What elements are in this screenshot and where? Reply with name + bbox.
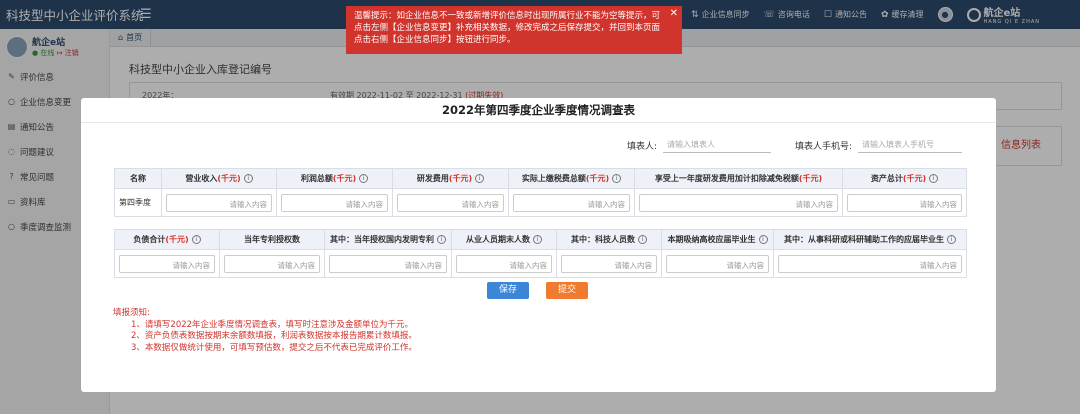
rd-deduction-input[interactable]: 请输入内容 — [639, 193, 838, 212]
table-row: 第四季度 请输入内容 请输入内容 请输入内容 请输入内容 请输入内容 请输入内容 — [114, 188, 967, 217]
col-invention-patents: 其中：当年授权国内发明专利 i — [324, 229, 452, 250]
col-total-assets: 资产总计(千元) i — [842, 168, 967, 189]
info-icon[interactable]: i — [758, 235, 768, 244]
table-header-row: 负债合计(千元) i 当年专利授权数 其中：当年授权国内发明专利 i 从业人员期末人… — [114, 229, 967, 250]
warning-text: 温馨提示：如企业信息不一致或新增评价信息时出现所属行业不能为空等提示，可点击左侧… — [354, 11, 661, 45]
filler-row: 填表人: 请输入填表人 — [627, 137, 772, 153]
info-icon[interactable]: i — [191, 235, 201, 244]
col-tech-staff: 其中：科技人员数 i — [556, 229, 662, 250]
filler-input[interactable]: 请输入填表人 — [663, 137, 772, 153]
survey-table-2: 负债合计(千元) i 当年专利授权数 其中：当年授权国内发明专利 i 从业人员期末人… — [114, 229, 967, 278]
col-rd-expense: 研发费用(千元) i — [392, 168, 509, 189]
info-icon[interactable]: i — [638, 235, 647, 244]
col-tax-paid: 实际上缴税费总额(千元) i — [508, 168, 635, 189]
rd-expense-input[interactable]: 请输入内容 — [397, 193, 504, 212]
graduates-input[interactable]: 请输入内容 — [666, 254, 769, 273]
col-rd-deduction: 享受上一年度研发费用加计扣除减免税额(千元) — [634, 168, 843, 189]
submit-button[interactable]: 提交 — [546, 282, 588, 299]
filling-notes: 填报须知: 1、请填写2022年企业季度情况调查表，填写时注意涉及金额单位为千元… — [113, 308, 417, 354]
profit-input[interactable]: 请输入内容 — [281, 193, 388, 212]
patents-input[interactable]: 请输入内容 — [224, 254, 320, 273]
note-item: 2、资产负债表数据按期末余额数填报，利润表数据按本报告期累计数填报。 — [131, 331, 417, 341]
col-profit: 利润总额(千元) i — [276, 168, 393, 189]
filler-label: 填表人: — [627, 141, 658, 152]
revenue-input[interactable]: 请输入内容 — [166, 193, 272, 212]
close-icon[interactable]: ✕ — [670, 8, 678, 20]
info-icon[interactable]: i — [929, 174, 939, 183]
save-button[interactable]: 保存 — [487, 282, 529, 299]
info-icon[interactable]: i — [612, 174, 622, 183]
info-icon[interactable]: i — [947, 235, 956, 244]
col-graduates: 本期吸纳高校应届毕业生 i — [661, 229, 774, 250]
phone-label: 填表人手机号: — [795, 141, 853, 152]
info-icon[interactable]: i — [243, 174, 253, 183]
notes-title: 填报须知: — [113, 308, 150, 318]
note-item: 3、本数据仅做统计使用，可填写预估数，提交之后不代表已完成评价工作。 — [131, 342, 417, 353]
tax-paid-input[interactable]: 请输入内容 — [513, 193, 630, 212]
col-employees: 从业人员期末人数 i — [451, 229, 557, 250]
note-item: 1、请填写2022年企业季度情况调查表，填写时注意涉及金额单位为千元。 — [131, 319, 414, 330]
info-icon[interactable]: i — [437, 235, 446, 244]
table-row: 请输入内容 请输入内容 请输入内容 请输入内容 请输入内容 请输入内容 请输入内… — [114, 249, 967, 278]
col-research-graduates: 其中：从事科研或科研辅助工作的应届毕业生 i — [773, 229, 967, 250]
modal-title: 2022年第四季度企业季度情况调查表 — [81, 98, 996, 123]
employees-input[interactable]: 请输入内容 — [456, 254, 552, 273]
col-name: 名称 — [114, 168, 162, 189]
research-graduates-input[interactable]: 请输入内容 — [778, 254, 962, 273]
liabilities-input[interactable]: 请输入内容 — [119, 254, 215, 273]
tech-staff-input[interactable]: 请输入内容 — [561, 254, 657, 273]
table-header-row: 名称 营业收入(千元) i 利润总额(千元) i 研发费用(千元) i 实际上缴税费总… — [114, 168, 967, 189]
info-icon[interactable]: i — [475, 174, 485, 183]
invention-patents-input[interactable]: 请输入内容 — [329, 254, 447, 273]
col-liabilities: 负债合计(千元) i — [114, 229, 220, 250]
col-revenue: 营业收入(千元) i — [161, 168, 277, 189]
col-patents: 当年专利授权数 — [219, 229, 325, 250]
warning-banner: 温馨提示：如企业信息不一致或新增评价信息时出现所属行业不能为空等提示，可点击左侧… — [346, 6, 682, 54]
phone-row: 填表人手机号: 请输入填表人手机号 — [795, 137, 963, 153]
row-label: 第四季度 — [114, 188, 162, 217]
survey-modal: 2022年第四季度企业季度情况调查表 填表人: 请输入填表人 填表人手机号: 请… — [81, 98, 996, 392]
info-icon[interactable]: i — [533, 235, 542, 244]
phone-input[interactable]: 请输入填表人手机号 — [858, 137, 963, 153]
survey-table-1: 名称 营业收入(千元) i 利润总额(千元) i 研发费用(千元) i 实际上缴税费总… — [114, 168, 967, 217]
info-icon[interactable]: i — [359, 174, 369, 183]
total-assets-input[interactable]: 请输入内容 — [847, 193, 962, 212]
